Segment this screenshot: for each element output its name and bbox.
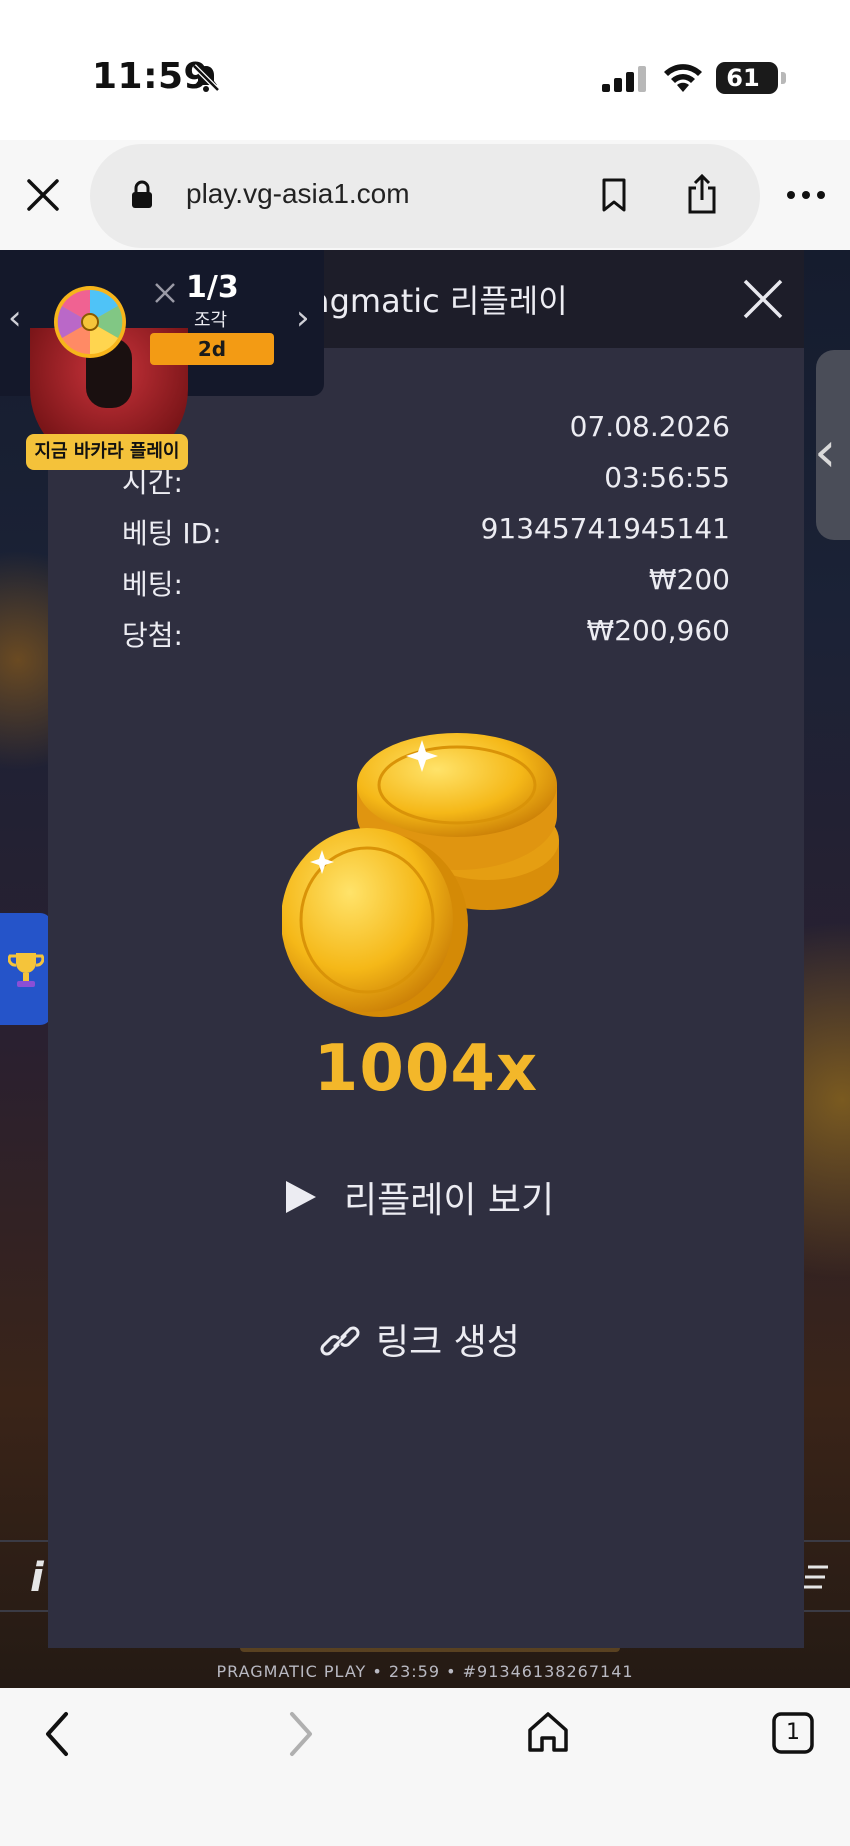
battery-level: 61	[726, 64, 760, 92]
share-icon[interactable]	[686, 174, 718, 214]
bookmark-icon[interactable]	[600, 178, 628, 212]
info-value: ₩200,960	[586, 614, 730, 647]
modal-title: agmatic 리플레이	[310, 282, 568, 320]
chevron-left-icon[interactable]: ‹	[8, 298, 22, 338]
url-field[interactable]: play.vg-asia1.com	[90, 144, 760, 248]
background-light	[800, 850, 850, 1350]
info-value: ₩200	[648, 563, 730, 596]
chevron-right-icon[interactable]: ›	[296, 298, 310, 338]
home-icon[interactable]	[526, 1710, 570, 1754]
play-baccarat-button[interactable]: 지금 바카라 플레이	[26, 434, 188, 470]
info-value: 91345741945141	[480, 512, 730, 545]
gold-coins-icon	[282, 733, 559, 1017]
link-icon	[320, 1326, 360, 1356]
watch-replay-label: 리플레이 보기	[344, 1180, 555, 1221]
info-value: 07.08.2026	[569, 410, 730, 443]
trophy-icon	[8, 953, 44, 987]
status-bar: 11:59 61	[0, 0, 850, 140]
watch-replay-button[interactable]: 리플레이 보기	[284, 1165, 584, 1225]
battery-cap	[781, 72, 786, 84]
tabs-button[interactable]: 1	[772, 1712, 814, 1754]
info-row-date: : 07.08.2026	[122, 410, 730, 454]
promo-progress: 1/3	[186, 270, 239, 305]
background-logo-letter: i	[30, 1555, 44, 1601]
promo-widget[interactable]: ‹ 1/3 조각 2d ›	[0, 250, 324, 468]
create-link-button[interactable]: 링크 생성	[320, 1307, 580, 1367]
game-footer: PRAGMATIC PLAY • 23:59 • #91346138267141	[216, 1662, 634, 1681]
bell-muted-icon	[192, 64, 220, 92]
info-label: 당첨:	[122, 619, 183, 652]
close-icon[interactable]	[742, 278, 784, 320]
info-row-time: 시간: 03:56:55	[122, 461, 730, 505]
menu-icon[interactable]	[800, 1562, 830, 1592]
close-icon[interactable]	[154, 282, 176, 304]
back-icon[interactable]	[40, 1710, 74, 1758]
info-row-win: 당첨: ₩200,960	[122, 614, 730, 658]
create-link-label: 링크 생성	[376, 1322, 520, 1363]
browser-toolbar: 1	[0, 1688, 850, 1846]
info-label: 베팅 ID:	[122, 517, 222, 550]
signal-icon	[602, 66, 646, 92]
chevron-left-icon[interactable]: ‹	[814, 420, 836, 485]
prize-wheel-icon	[54, 286, 126, 358]
battery-icon: 61	[716, 62, 778, 94]
url-text: play.vg-asia1.com	[186, 178, 410, 209]
info-label: 베팅:	[122, 568, 183, 601]
play-icon	[286, 1181, 316, 1213]
more-icon[interactable]	[786, 190, 826, 200]
forward-icon[interactable]	[284, 1710, 318, 1758]
win-multiplier: 1004x	[313, 1032, 539, 1106]
wifi-icon	[664, 64, 702, 92]
lock-icon	[132, 180, 152, 208]
info-value: 03:56:55	[604, 461, 730, 494]
promo-days-badge: 2d	[150, 333, 274, 365]
trophy-tab[interactable]	[0, 913, 52, 1025]
browser-address-bar: play.vg-asia1.com	[0, 140, 850, 250]
info-row-bet-id: 베팅 ID: 91345741945141	[122, 512, 730, 556]
tabs-count: 1	[786, 1720, 800, 1745]
promo-unit: 조각	[194, 310, 228, 331]
info-row-bet: 베팅: ₩200	[122, 563, 730, 607]
close-icon[interactable]	[26, 178, 60, 212]
